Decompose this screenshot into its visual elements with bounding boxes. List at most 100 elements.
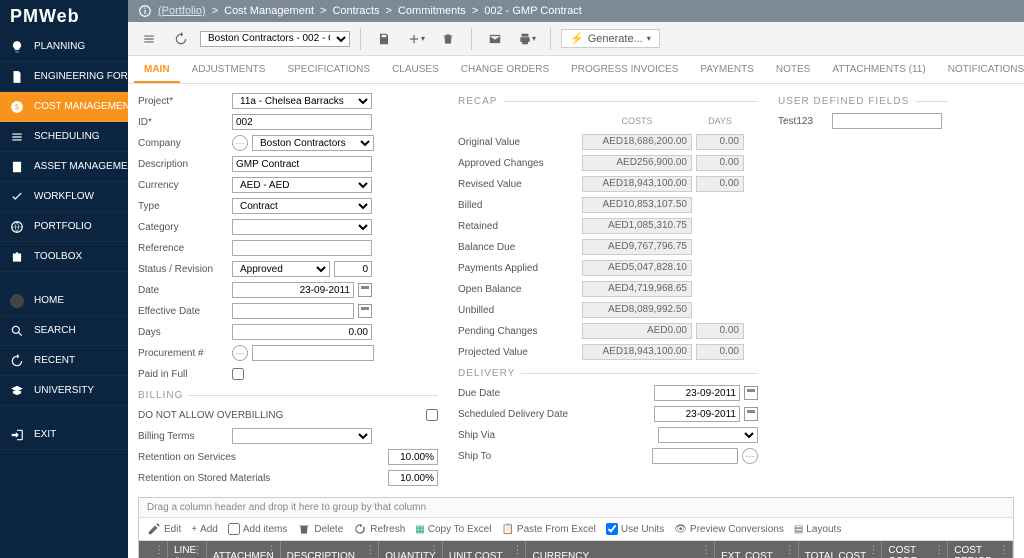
grid-header[interactable]: QUANTITY⋮: [379, 541, 443, 558]
record-selector[interactable]: Boston Contractors - 002 - GMP Con: [200, 31, 350, 47]
revision-input[interactable]: [334, 261, 372, 277]
crumb-portfolio[interactable]: (Portfolio): [158, 5, 206, 17]
days-input[interactable]: [232, 324, 372, 340]
currency-select[interactable]: AED - AED: [232, 177, 372, 193]
exit-icon: [10, 428, 24, 442]
calendar-icon[interactable]: [358, 304, 372, 318]
grid-add-button[interactable]: +Add: [191, 524, 218, 535]
sidebar-item-portfolio[interactable]: PORTFOLIO: [0, 212, 128, 242]
project-select[interactable]: 11a - Chelsea Barracks: [232, 93, 372, 109]
sidebar-item-toolbox[interactable]: TOOLBOX: [0, 242, 128, 272]
sidebar-item-search[interactable]: SEARCH: [0, 316, 128, 346]
date-input[interactable]: [232, 282, 354, 298]
grid-copy-button[interactable]: ▦Copy To Excel: [415, 524, 491, 535]
category-select[interactable]: [232, 219, 372, 235]
grid-paste-button[interactable]: 📋Paste From Excel: [501, 524, 595, 535]
layout-icon: ▤: [794, 524, 803, 535]
delete-button[interactable]: [435, 27, 461, 51]
grid-header[interactable]: EXT. COST⋮: [715, 541, 799, 558]
grid-additems-button[interactable]: Add items: [228, 523, 287, 535]
grid-delete-button[interactable]: Delete: [297, 522, 343, 536]
days-head: DAYS: [696, 116, 744, 126]
save-button[interactable]: [371, 27, 397, 51]
shipvia-label: Ship Via: [458, 430, 578, 441]
grid-header[interactable]: COST PERIOD⋮: [948, 541, 1013, 558]
tab-main[interactable]: MAIN: [134, 58, 180, 83]
history-button[interactable]: [168, 27, 194, 51]
info-icon[interactable]: [138, 4, 152, 18]
company-select[interactable]: Boston Contractors: [252, 135, 374, 151]
reference-input[interactable]: [232, 240, 372, 256]
type-select[interactable]: Contract: [232, 198, 372, 214]
grid-refresh-button[interactable]: Refresh: [353, 522, 405, 536]
tab-change-orders[interactable]: CHANGE ORDERS: [451, 58, 559, 83]
sched-input[interactable]: [654, 406, 740, 422]
company-picker[interactable]: ⋯: [232, 135, 248, 151]
paid-checkbox[interactable]: [232, 368, 244, 380]
sidebar-item-asset[interactable]: ASSET MANAGEME...: [0, 152, 128, 182]
tab-progress-invoices[interactable]: PROGRESS INVOICES: [561, 58, 688, 83]
grid-header[interactable]: CURRENCY⋮: [526, 541, 715, 558]
grid-header[interactable]: COST CODE⋮: [882, 541, 948, 558]
procurement-picker[interactable]: ⋯: [232, 345, 248, 361]
grid-useunits-button[interactable]: Use Units: [606, 523, 664, 535]
reference-label: Reference: [138, 243, 228, 254]
retsvc-input[interactable]: [388, 449, 438, 465]
tab-notes[interactable]: NOTES: [766, 58, 820, 83]
sidebar-item-workflow[interactable]: WORKFLOW: [0, 182, 128, 212]
tabs: MAIN ADJUSTMENTS SPECIFICATIONS CLAUSES …: [128, 56, 1024, 84]
grid-header[interactable]: ⋮: [139, 541, 168, 558]
grid-preview-button[interactable]: 👁Preview Conversions: [674, 524, 784, 535]
status-select[interactable]: Approved: [232, 261, 330, 277]
mail-button[interactable]: [482, 27, 508, 51]
sidebar-item-scheduling[interactable]: SCHEDULING: [0, 122, 128, 152]
sidebar-item-university[interactable]: UNIVERSITY: [0, 376, 128, 406]
retmat-input[interactable]: [388, 470, 438, 486]
overbill-checkbox[interactable]: [426, 409, 438, 421]
sidebar-item-engineering[interactable]: ENGINEERING FOR...: [0, 62, 128, 92]
grid-header[interactable]: DESCRIPTION⋮: [280, 541, 379, 558]
sidebar-item-planning[interactable]: PLANNING: [0, 32, 128, 62]
appr-label: Approved Changes: [458, 158, 578, 169]
sidebar-item-label: SCHEDULING: [34, 131, 100, 142]
tab-adjustments[interactable]: ADJUSTMENTS: [182, 58, 276, 83]
print-button[interactable]: ▾: [514, 27, 540, 51]
currency-label: Currency: [138, 180, 228, 191]
tab-payments[interactable]: PAYMENTS: [690, 58, 764, 83]
sidebar-item-exit[interactable]: EXIT: [0, 420, 128, 450]
description-input[interactable]: [232, 156, 372, 172]
sidebar-item-recent[interactable]: RECENT: [0, 346, 128, 376]
procurement-input[interactable]: [252, 345, 374, 361]
appr-cost: AED256,900.00: [582, 155, 692, 171]
grid-header[interactable]: LINE #⋮: [168, 541, 207, 558]
grid-header[interactable]: ATTACHMEN⋮: [206, 541, 280, 558]
calendar-icon[interactable]: [358, 283, 372, 297]
menu-button[interactable]: [136, 27, 162, 51]
grid-header[interactable]: TOTAL COST⋮: [798, 541, 882, 558]
grid-group-area[interactable]: Drag a column header and drop it here to…: [139, 498, 1013, 518]
billing-head: BILLING: [138, 390, 438, 401]
grid-header[interactable]: UNIT COST⋮: [442, 541, 526, 558]
generate-button[interactable]: ⚡ Generate... ▾: [561, 29, 660, 48]
sidebar-item-cost-management[interactable]: $ COST MANAGEMENT: [0, 92, 128, 122]
sidebar-item-home[interactable]: HOME: [0, 286, 128, 316]
calendar-icon[interactable]: [744, 407, 758, 421]
unb-cost: AED8,089,992.50: [582, 302, 692, 318]
billingterms-select[interactable]: [232, 428, 372, 444]
udf-input[interactable]: [832, 113, 942, 129]
tab-specifications[interactable]: SPECIFICATIONS: [277, 58, 380, 83]
grid-layouts-button[interactable]: ▤Layouts: [794, 524, 841, 535]
shipvia-select[interactable]: [658, 427, 758, 443]
effdate-input[interactable]: [232, 303, 354, 319]
tab-notifications[interactable]: NOTIFICATIONS (1): [938, 58, 1024, 83]
shipto-input[interactable]: [652, 448, 738, 464]
calendar-icon[interactable]: [744, 386, 758, 400]
avatar-icon: [10, 294, 24, 308]
grid-edit-button[interactable]: Edit: [147, 522, 181, 536]
tab-attachments[interactable]: ATTACHMENTS (11): [822, 58, 935, 83]
tab-clauses[interactable]: CLAUSES: [382, 58, 449, 83]
add-button[interactable]: ▾: [403, 27, 429, 51]
id-input[interactable]: [232, 114, 372, 130]
shipto-picker[interactable]: ⋯: [742, 448, 758, 464]
due-input[interactable]: [654, 385, 740, 401]
